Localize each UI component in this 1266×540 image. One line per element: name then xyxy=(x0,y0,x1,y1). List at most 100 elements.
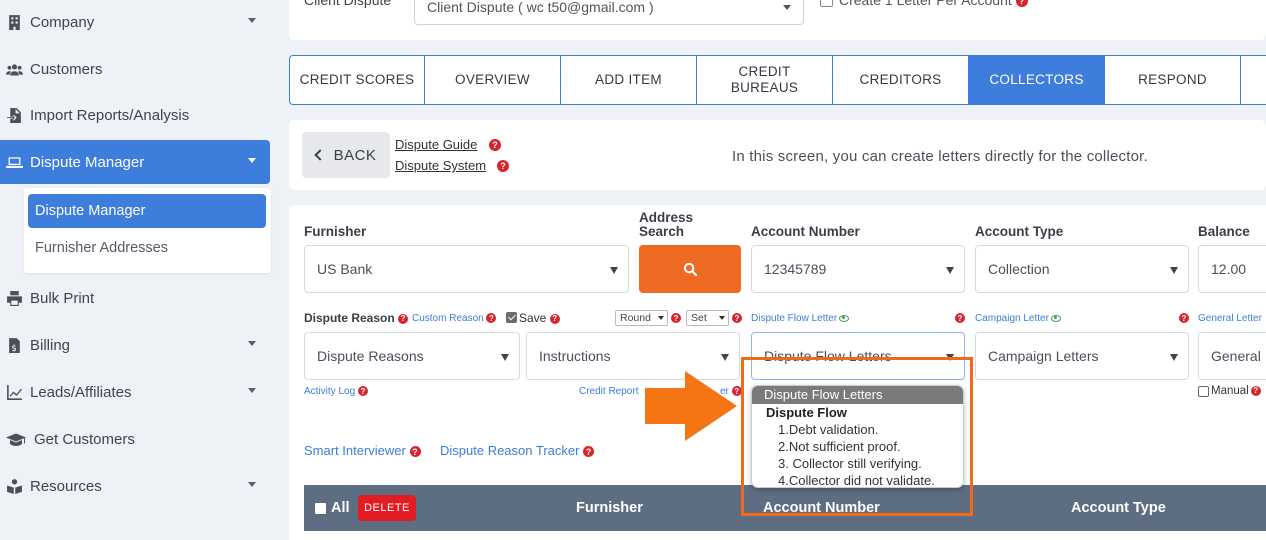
help-icon[interactable]: ? xyxy=(549,313,560,324)
back-button[interactable]: BACK xyxy=(302,132,390,178)
balance-input[interactable]: 12.00 xyxy=(1198,245,1266,293)
sidebar-item-label: Bulk Print xyxy=(30,289,95,307)
sidebar-item-leads-affiliates[interactable]: Leads/Affiliates xyxy=(0,370,270,414)
chevron-down-icon xyxy=(946,267,954,274)
column-account-type[interactable]: Account Type xyxy=(1071,500,1166,516)
chevron-down-icon xyxy=(610,267,618,274)
help-icon[interactable]: ? xyxy=(486,313,497,324)
column-furnisher[interactable]: Furnisher xyxy=(576,500,643,516)
dispute-system-link[interactable]: Dispute System xyxy=(395,158,486,173)
create-one-letter-checkbox[interactable] xyxy=(820,0,833,7)
dispute-manager-submenu: Dispute Manager Furnisher Addresses xyxy=(24,188,271,273)
sidebar-item-billing[interactable]: $ Billing xyxy=(0,323,270,367)
activity-log-text: Activity Log xyxy=(304,386,356,397)
select-all-label: All xyxy=(331,500,350,516)
help-icon[interactable]: ? xyxy=(671,313,681,323)
furnisher-select[interactable]: US Bank xyxy=(304,245,629,293)
campaign-letter-label: Campaign Letter xyxy=(975,313,1061,324)
help-icon[interactable]: ? xyxy=(955,313,965,323)
sidebar-item-resources[interactable]: Resources xyxy=(0,464,270,508)
tab-credit-scores[interactable]: CREDIT SCORES xyxy=(289,55,425,105)
round-select[interactable]: Round xyxy=(615,310,668,326)
tab-collectors[interactable]: COLLECTORS xyxy=(969,55,1105,105)
help-icon[interactable]: ? xyxy=(398,313,409,324)
delete-button[interactable]: DELETE xyxy=(358,495,416,521)
dropdown-option[interactable]: 4.Collector did not validate. xyxy=(752,472,963,487)
campaign-letters-value: Campaign Letters xyxy=(988,348,1099,364)
sidebar-item-label: Resources xyxy=(30,477,102,495)
back-button-label: BACK xyxy=(333,146,377,164)
save-checkbox[interactable] xyxy=(506,312,517,323)
account-type-label: Account Type xyxy=(975,224,1064,239)
chevron-down-icon xyxy=(1170,267,1178,274)
submenu-item-furnisher-addresses[interactable]: Furnisher Addresses xyxy=(28,231,266,265)
sidebar-item-customers[interactable]: Customers xyxy=(0,47,270,91)
eye-icon[interactable] xyxy=(839,314,850,322)
help-icon[interactable]: ? xyxy=(1015,0,1028,8)
eye-icon[interactable] xyxy=(1050,314,1061,322)
help-icon[interactable]: ? xyxy=(489,139,501,151)
chevron-down-icon xyxy=(248,341,256,346)
sidebar: Company Customers Import Reports/Analysi… xyxy=(0,0,272,540)
balance-label: Balance xyxy=(1198,224,1250,239)
dispute-reason-label: Dispute Reason ? xyxy=(304,311,409,325)
chevron-down-icon xyxy=(248,158,256,163)
custom-reason-link[interactable]: Custom Reason ? xyxy=(412,313,497,324)
help-icon[interactable]: ? xyxy=(583,446,595,458)
sidebar-item-dispute-manager[interactable]: Dispute Manager xyxy=(0,140,270,184)
sidebar-item-import-reports[interactable]: Import Reports/Analysis xyxy=(0,93,270,137)
tab-credit-bureaus[interactable]: CREDIT BUREAUS xyxy=(697,55,833,105)
dropdown-option[interactable]: 2.Not sufficient proof. xyxy=(752,438,963,455)
account-type-select[interactable]: Collection xyxy=(975,245,1189,293)
dropdown-selected-option[interactable]: Dispute Flow Letters xyxy=(752,386,963,404)
tab-respond[interactable]: RESPOND xyxy=(1105,55,1241,105)
help-icon[interactable]: ? xyxy=(497,160,509,172)
credit-report-link[interactable]: Credit Report xyxy=(579,386,638,397)
dispute-reason-text: Dispute Reason xyxy=(304,311,395,325)
save-text: Save xyxy=(519,311,547,325)
help-icon[interactable]: ? xyxy=(732,313,742,323)
dropdown-option[interactable]: 1.Debt validation. xyxy=(752,421,963,438)
tab-creditors[interactable]: CREDITORS xyxy=(833,55,969,105)
dispute-guide-link[interactable]: Dispute Guide xyxy=(395,137,477,152)
campaign-letters-select[interactable]: Campaign Letters xyxy=(975,332,1189,380)
set-select[interactable]: Set xyxy=(686,310,729,326)
select-all-checkbox[interactable] xyxy=(314,502,327,515)
account-number-label: Account Number xyxy=(751,224,860,239)
help-icon[interactable]: ? xyxy=(409,446,421,458)
chart-line-icon xyxy=(5,383,23,401)
save-label: Save ? xyxy=(519,311,560,325)
sidebar-item-get-customers[interactable]: Get Customers xyxy=(0,417,270,461)
activity-log-link[interactable]: Activity Log ? xyxy=(304,386,368,397)
users-icon xyxy=(5,60,23,78)
smart-interviewer-link[interactable]: Smart Interviewer ? xyxy=(304,443,421,458)
dropdown-option[interactable]: 3. Collector still verifying. xyxy=(752,455,963,472)
address-search-label: Address Search xyxy=(639,210,694,239)
dispute-system-text: Dispute System xyxy=(395,158,487,173)
dispute-reason-tracker-link[interactable]: Dispute Reason Tracker ? xyxy=(440,443,595,458)
tab-overflow[interactable] xyxy=(1241,55,1266,105)
help-icon[interactable]: ? xyxy=(357,386,368,397)
address-search-button[interactable] xyxy=(639,245,741,293)
instructions-value: Instructions xyxy=(539,348,611,364)
chevron-down-icon xyxy=(783,5,791,10)
general-letter-select[interactable]: General xyxy=(1198,332,1266,380)
account-number-select[interactable]: 12345789 xyxy=(751,245,965,293)
graduation-cap-icon xyxy=(5,430,27,448)
dispute-flow-dropdown: Dispute Flow Letters Dispute Flow 1.Debt… xyxy=(751,385,964,488)
tab-overview[interactable]: OVERVIEW xyxy=(425,55,561,105)
svg-text:$: $ xyxy=(11,343,16,353)
dispute-reasons-select[interactable]: Dispute Reasons xyxy=(304,332,520,380)
account-type-value: Collection xyxy=(988,261,1050,277)
sidebar-item-company[interactable]: Company xyxy=(0,0,270,44)
help-icon[interactable]: ? xyxy=(1250,385,1261,396)
furnisher-value: US Bank xyxy=(317,261,373,277)
sidebar-item-bulk-print[interactable]: Bulk Print xyxy=(0,276,270,320)
tab-add-item[interactable]: ADD ITEM xyxy=(561,55,697,105)
submenu-item-dispute-manager[interactable]: Dispute Manager xyxy=(28,194,266,228)
client-dispute-select-value: Client Dispute ( wc t50@gmail.com ) xyxy=(427,0,654,15)
client-dispute-select[interactable]: Client Dispute ( wc t50@gmail.com ) xyxy=(414,0,804,25)
chevron-down-icon xyxy=(658,316,664,320)
manual-checkbox[interactable] xyxy=(1198,386,1209,397)
help-icon[interactable]: ? xyxy=(1179,313,1189,323)
